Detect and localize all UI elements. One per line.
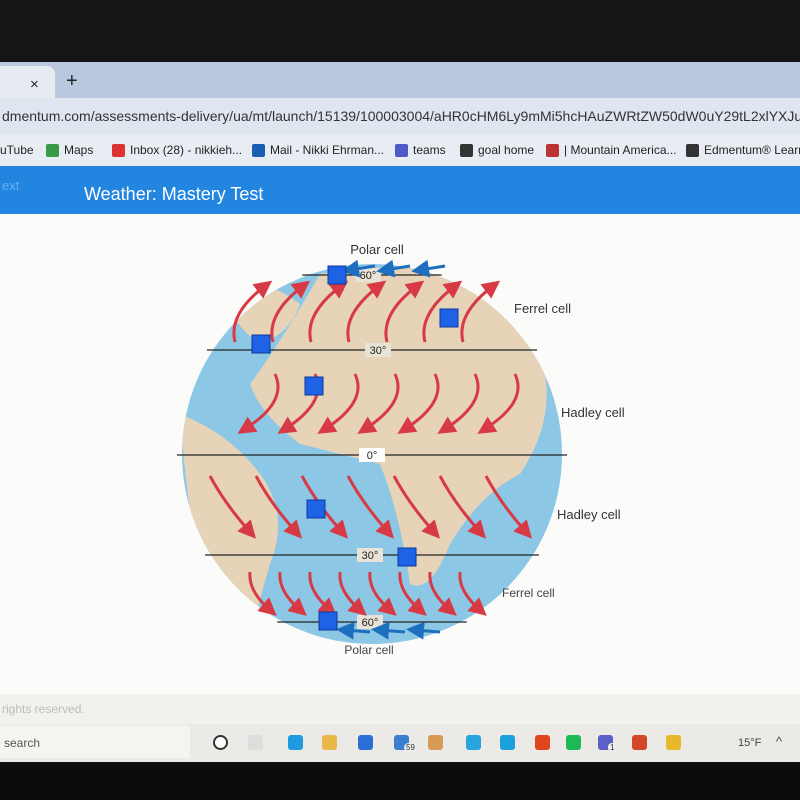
prev-link[interactable]: ext <box>2 178 19 193</box>
edmentum-icon <box>686 143 699 157</box>
bookmark-item[interactable]: uTube <box>0 143 34 157</box>
file-explorer-icon[interactable] <box>322 735 337 750</box>
alexa-icon[interactable] <box>500 735 515 750</box>
tab-bar: × + <box>0 62 800 98</box>
screen-bezel <box>0 0 800 62</box>
drop-target-box[interactable] <box>318 611 338 631</box>
footer: rights reserved. <box>0 694 800 724</box>
page-title: Weather: Mastery Test <box>84 184 264 204</box>
bookmark-item[interactable]: goal home <box>460 143 534 157</box>
test-header: ext Weather: Mastery Test <box>0 166 800 214</box>
drop-target-box[interactable] <box>327 265 347 285</box>
latitude-label: 30° <box>370 345 387 357</box>
bookmark-label: Inbox (28) - nikkieh... <box>130 143 243 157</box>
teams-icon <box>395 143 408 157</box>
bookmark-item[interactable]: Maps <box>46 143 93 157</box>
question-content: 60° 30° 0° 30° 60° Polar cell Ferrel cell Ha… <box>0 214 800 694</box>
bookmark-label: | Mountain America... <box>564 143 677 157</box>
latitude-label: 60° <box>360 270 377 282</box>
edge-icon[interactable] <box>288 735 303 750</box>
bookmark-item[interactable]: Mail - Nikki Ehrman... <box>252 143 384 157</box>
bookmark-label: teams <box>413 143 446 157</box>
label-hadley-cell-bottom: Hadley cell <box>557 507 621 522</box>
latitude-label: 0° <box>367 450 378 462</box>
bookmarks-bar: uTube Maps Inbox (28) - nikkieh... Mail - N… <box>0 134 800 166</box>
bookmark-item[interactable]: teams <box>395 143 446 157</box>
gmail-icon <box>112 143 125 157</box>
taskbar-search[interactable]: search <box>0 726 190 758</box>
address-bar[interactable]: dmentum.com/assessments-delivery/ua/mt/l… <box>0 98 800 134</box>
tray-chevron-icon[interactable]: ^ <box>776 734 782 749</box>
tab-close-button[interactable]: × <box>30 76 39 93</box>
chrome-icon[interactable] <box>666 735 681 750</box>
bookmark-item[interactable]: | Mountain America... <box>546 143 677 157</box>
bookmark-label: uTube <box>0 143 34 157</box>
bookmark-label: Maps <box>64 143 94 157</box>
drop-target-box[interactable] <box>306 499 326 519</box>
drop-target-box[interactable] <box>304 376 324 396</box>
label-ferrel-cell-bottom: Ferrel cell <box>502 586 555 600</box>
outlook-icon <box>252 143 265 157</box>
polar-cell-arrow <box>406 621 441 640</box>
cortana-icon[interactable] <box>213 735 228 750</box>
taskbar: search 59 1 15°F ^ <box>0 724 800 762</box>
polar-cell-arrow <box>371 621 406 640</box>
label-ferrel-cell-top: Ferrel cell <box>514 301 571 316</box>
polar-cell-arrow <box>411 259 446 278</box>
bookmark-item[interactable]: Edmentum® Learni... <box>686 143 800 157</box>
store-icon[interactable] <box>358 735 373 750</box>
label-polar-cell-bottom: Polar cell <box>344 643 393 657</box>
bookmark-label: Edmentum® Learni... <box>704 143 800 157</box>
bookmark-item[interactable]: Inbox (28) - nikkieh... <box>112 143 242 157</box>
atmospheric-cells-diagram: 60° 30° 0° 30° 60° Polar cell Ferrel cell Ha… <box>177 242 625 657</box>
latitude-label: 30° <box>362 550 379 562</box>
maps-icon <box>46 143 59 157</box>
drop-target-box[interactable] <box>251 334 271 354</box>
teams-icon[interactable]: 1 <box>598 735 617 752</box>
google-icon <box>460 143 473 157</box>
browser-tab[interactable]: × <box>0 66 55 98</box>
bookmark-label: goal home <box>478 143 535 157</box>
bookmark-label: Mail - Nikki Ehrman... <box>270 143 385 157</box>
weather-widget[interactable]: 15°F <box>738 737 761 749</box>
spotify-icon[interactable] <box>566 735 581 750</box>
latitude-label: 60° <box>362 617 379 629</box>
mountain-america-icon <box>546 143 559 157</box>
polar-cell-arrow <box>336 621 371 640</box>
app-icon[interactable] <box>428 735 443 750</box>
new-tab-button[interactable]: + <box>66 70 78 93</box>
powerpoint-icon[interactable] <box>632 735 647 750</box>
screen-bezel-bottom <box>0 762 800 800</box>
task-view-icon[interactable] <box>248 735 263 750</box>
lexia-icon[interactable] <box>466 735 481 750</box>
drop-target-box[interactable] <box>397 547 417 567</box>
label-hadley-cell-top: Hadley cell <box>561 405 625 420</box>
notification-badge: 1 <box>608 743 617 752</box>
notification-badge: 59 <box>404 743 417 752</box>
mail-icon[interactable]: 59 <box>394 735 417 752</box>
office-icon[interactable] <box>535 735 550 750</box>
label-polar-cell-top: Polar cell <box>350 242 404 257</box>
drop-target-box[interactable] <box>439 308 459 328</box>
